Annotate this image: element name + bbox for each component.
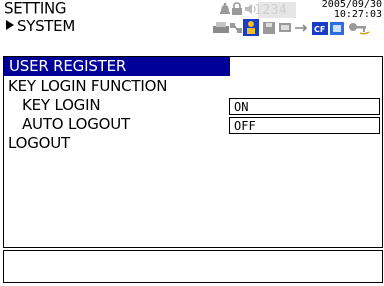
key-icon	[349, 23, 370, 35]
menu-item-auto-logout[interactable]: AUTO LOGOUT	[22, 115, 130, 134]
settings-menu: USER REGISTER KEY LOGIN FUNCTION KEY LOG…	[3, 56, 383, 248]
time-label: 10:27:03	[333, 9, 382, 20]
screen-subtitle: SYSTEM	[4, 18, 75, 35]
usb-icon	[295, 24, 308, 32]
cf-card-icon: CF	[312, 22, 328, 35]
svg-text:CF: CF	[314, 25, 325, 34]
title-bar: SETTING SYSTEM CF 1234 2005/09/30 10:27:…	[0, 0, 384, 52]
digit-readout: 1234	[254, 3, 288, 18]
menu-item-logout[interactable]: LOGOUT	[8, 134, 70, 153]
menu-item-user-register[interactable]: USER REGISTER	[4, 57, 230, 76]
menu-item-key-login-function[interactable]: KEY LOGIN FUNCTION	[8, 77, 167, 96]
comm-icon	[279, 23, 291, 32]
auto-logout-value[interactable]: OFF	[229, 117, 380, 134]
alarm-bell-icon	[220, 2, 230, 14]
menu-item-key-login[interactable]: KEY LOGIN	[22, 96, 101, 115]
key-login-value[interactable]: ON	[229, 98, 380, 115]
message-bar	[3, 250, 383, 283]
datetime: 2005/09/30 10:27:03	[322, 0, 382, 20]
user-icon	[243, 19, 259, 36]
subtitle-label: SYSTEM	[17, 17, 75, 35]
disk-icon	[263, 22, 275, 34]
printer-icon	[213, 22, 229, 33]
lock-icon	[232, 2, 242, 15]
memory-icon	[330, 22, 344, 35]
network-icon	[230, 23, 242, 33]
arrow-right-icon	[6, 20, 14, 30]
screen-title: SETTING	[4, 0, 67, 18]
